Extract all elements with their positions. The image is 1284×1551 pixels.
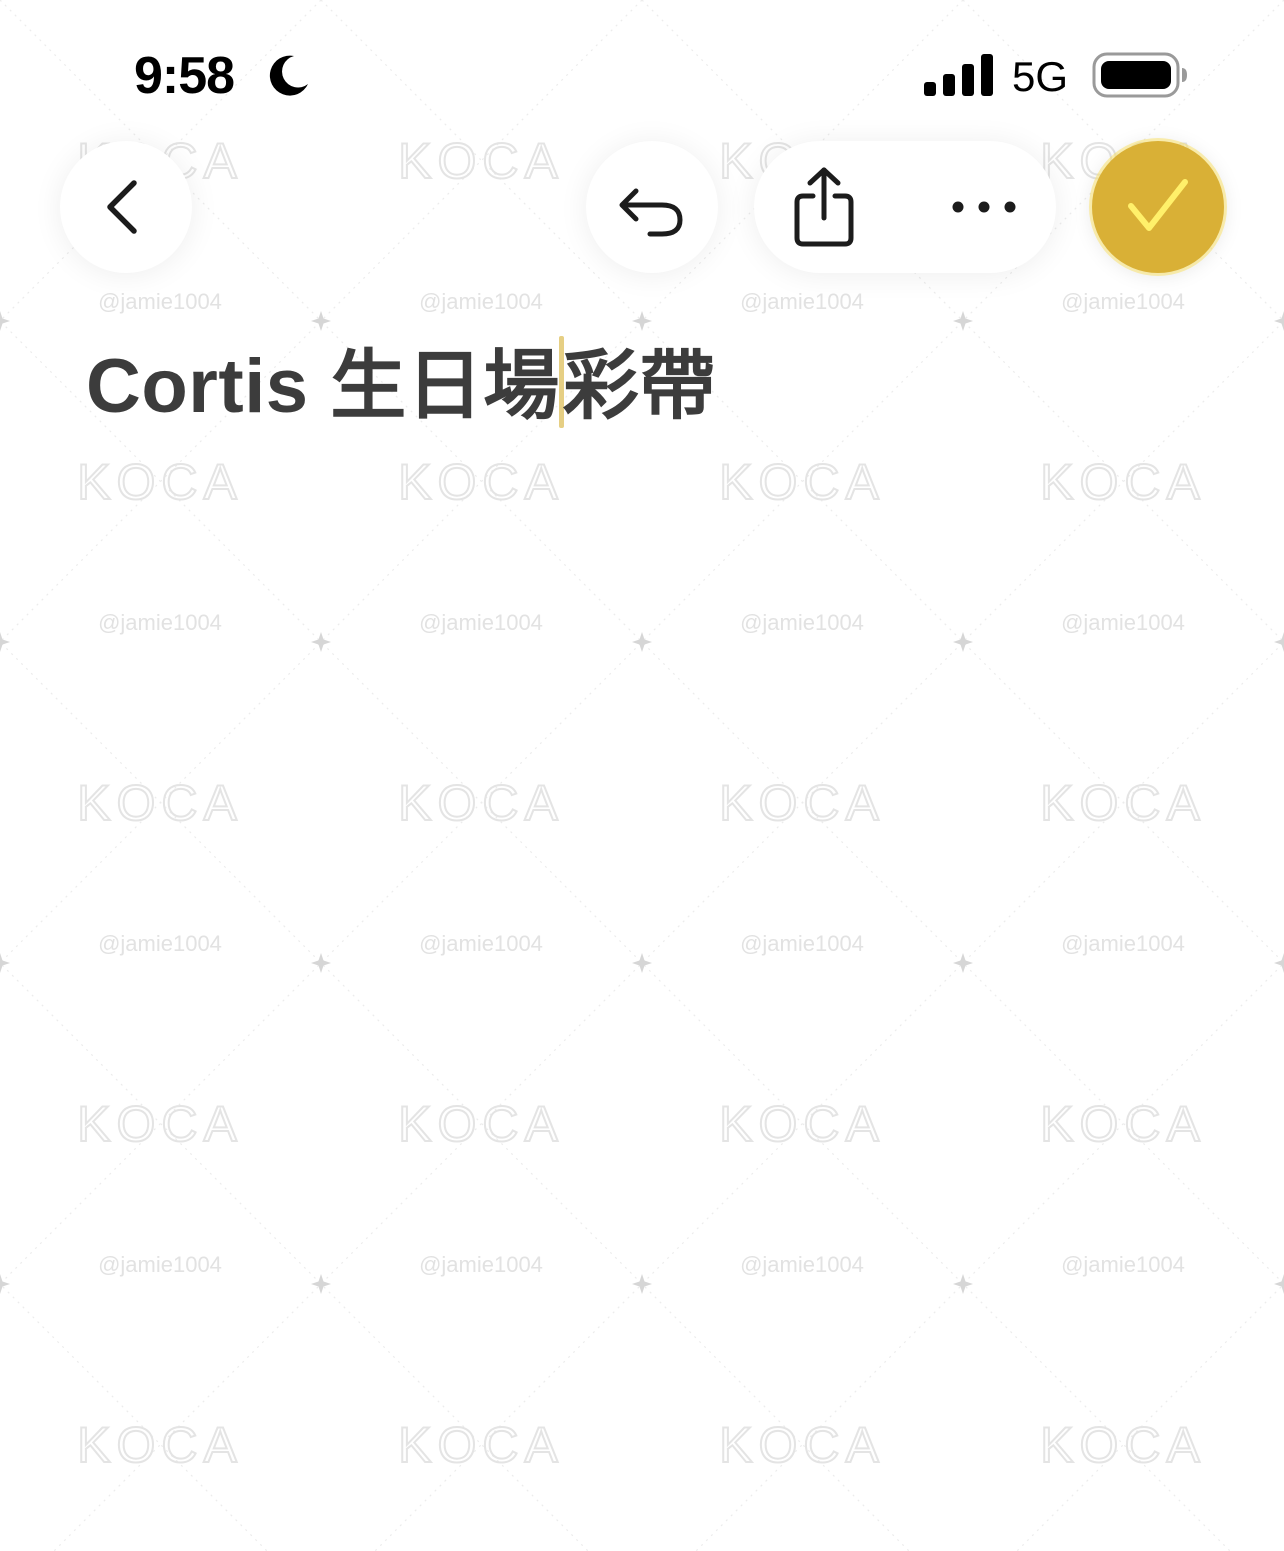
watermark-handle: @jamie1004 [98,610,222,635]
watermark-star [632,311,652,331]
moon-icon [269,55,308,96]
watermark-star [0,311,10,331]
watermark-handle: @jamie1004 [419,1252,543,1277]
watermark-handle: @jamie1004 [1061,931,1185,956]
undo-button[interactable] [586,141,718,273]
watermark-star [1274,311,1284,331]
done-button[interactable] [1092,141,1224,273]
watermark-handle: @jamie1004 [1061,610,1185,635]
network-type: 5G [1012,53,1069,100]
watermark-brand: KOCA [1040,1417,1206,1473]
watermark-star [953,953,973,973]
status-time: 9:58 [134,47,235,105]
more-button[interactable] [934,157,1034,257]
share-icon [794,167,854,247]
note-title-text-start: Cortis 生日場 [86,344,560,429]
watermark-star [953,632,973,652]
watermark-star [311,953,331,973]
watermark-star [0,953,10,973]
watermark-handle: @jamie1004 [419,610,543,635]
watermark-brand: KOCA [719,1096,885,1152]
watermark-star [311,1274,331,1294]
back-button[interactable] [60,141,192,273]
watermark-handle: @jamie1004 [98,1252,222,1277]
actions-group [754,141,1056,273]
watermark-star [632,1274,652,1294]
battery-icon [1092,52,1187,98]
watermark-handle: @jamie1004 [98,931,222,956]
note-title-text-end: 彩帶 [562,344,716,429]
watermark-brand: KOCA [398,1417,564,1473]
watermark-star [632,632,652,652]
watermark-brand: KOCA [77,775,243,831]
watermark-brand: KOCA [77,454,243,510]
watermark-handle: @jamie1004 [1061,289,1185,314]
watermark-brand: KOCA [719,775,885,831]
watermark-handle: @jamie1004 [419,931,543,956]
watermark-star [1274,953,1284,973]
note-title[interactable]: Cortis 生日場彩帶 [86,336,716,430]
watermark-star [953,1274,973,1294]
cellular-signal-icon [924,54,993,96]
watermark-star [311,311,331,331]
checkmark-icon [1128,179,1188,231]
watermark-handle: @jamie1004 [740,610,864,635]
watermark-brand: KOCA [398,133,564,189]
watermark-star [632,953,652,973]
watermark-star [1274,1274,1284,1294]
watermark-brand: KOCA [398,1096,564,1152]
watermark-star [0,1274,10,1294]
watermark-handle: @jamie1004 [1061,1252,1185,1277]
watermark-brand: KOCA [1040,775,1206,831]
watermark-handle: @jamie1004 [740,1252,864,1277]
watermark-handle: @jamie1004 [98,289,222,314]
watermark-handle: @jamie1004 [419,289,543,314]
watermark-star [311,632,331,652]
watermark-star [0,632,10,652]
ellipsis-icon [952,201,1016,213]
watermark-brand: KOCA [77,1417,243,1473]
chevron-left-icon [107,180,137,234]
watermark-brand: KOCA [398,775,564,831]
watermark-handle: @jamie1004 [740,931,864,956]
watermark-star [1274,632,1284,652]
watermark-brand: KOCA [1040,1096,1206,1152]
watermark-brand: KOCA [77,1096,243,1152]
share-button[interactable] [774,157,874,257]
watermark-handle: @jamie1004 [740,289,864,314]
watermark-star [953,311,973,331]
undo-icon [619,188,683,237]
watermark-brand: KOCA [719,454,885,510]
watermark-brand: KOCA [398,454,564,510]
watermark-brand: KOCA [719,1417,885,1473]
watermark-brand: KOCA [1040,454,1206,510]
